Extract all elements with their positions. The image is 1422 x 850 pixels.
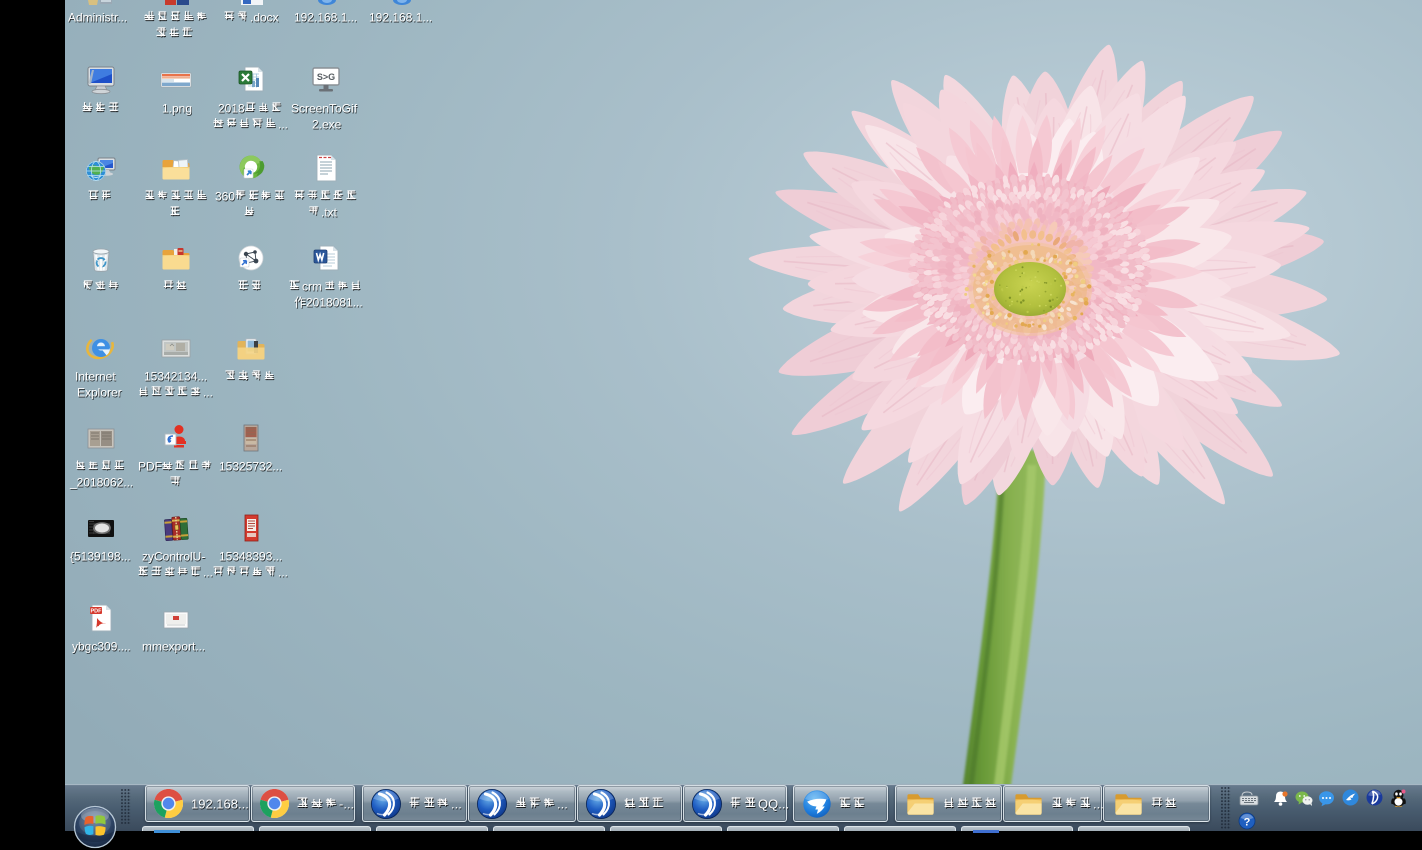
svg-text:192.168.1...: 192.168.1... [369,11,432,25]
svg-text:PDF: PDF [138,460,162,474]
svg-text:_2018062...: _2018062... [69,476,133,490]
svg-text:Administr...: Administr... [68,11,127,25]
svg-text:192.168...: 192.168... [191,797,249,812]
svg-text:...: ... [278,118,288,132]
svg-text:.txt: .txt [321,206,338,220]
svg-text:QQ...: QQ... [758,797,789,812]
svg-text:.docx: .docx [250,11,279,25]
svg-text:1.png: 1.png [162,102,192,116]
svg-text:15325732...: 15325732... [219,460,282,474]
svg-text:Explorer: Explorer [77,386,122,400]
svg-text:S>G: S>G [317,72,335,82]
svg-text:360: 360 [215,190,235,204]
svg-text:...: ... [278,566,288,580]
svg-text:-...: -... [339,797,354,812]
svg-text:ybgc309....: ybgc309.... [72,640,131,654]
svg-text:Internet: Internet [75,370,116,384]
svg-text:...: ... [451,797,462,812]
svg-text:2018: 2018 [218,102,245,116]
svg-text:crm: crm [302,280,322,294]
svg-text:15348393...: 15348393... [219,550,282,564]
svg-text:{5139198...: {5139198... [70,550,131,564]
svg-text:zyControlU-: zyControlU- [142,550,205,564]
svg-text:...: ... [203,386,213,400]
svg-text:?: ? [1244,817,1251,829]
svg-text:ScreenToGif: ScreenToGif [291,102,358,116]
svg-text:作2018081...: 作2018081... [294,296,363,310]
svg-text:192.168.1...: 192.168.1... [294,11,357,25]
svg-text:2.exe: 2.exe [312,118,342,132]
svg-text:...: ... [557,797,568,812]
svg-text:mmexport...: mmexport... [142,640,205,654]
svg-text:15342134...: 15342134... [144,370,207,384]
svg-text:PDF: PDF [91,609,103,615]
svg-text:...: ... [203,566,213,580]
